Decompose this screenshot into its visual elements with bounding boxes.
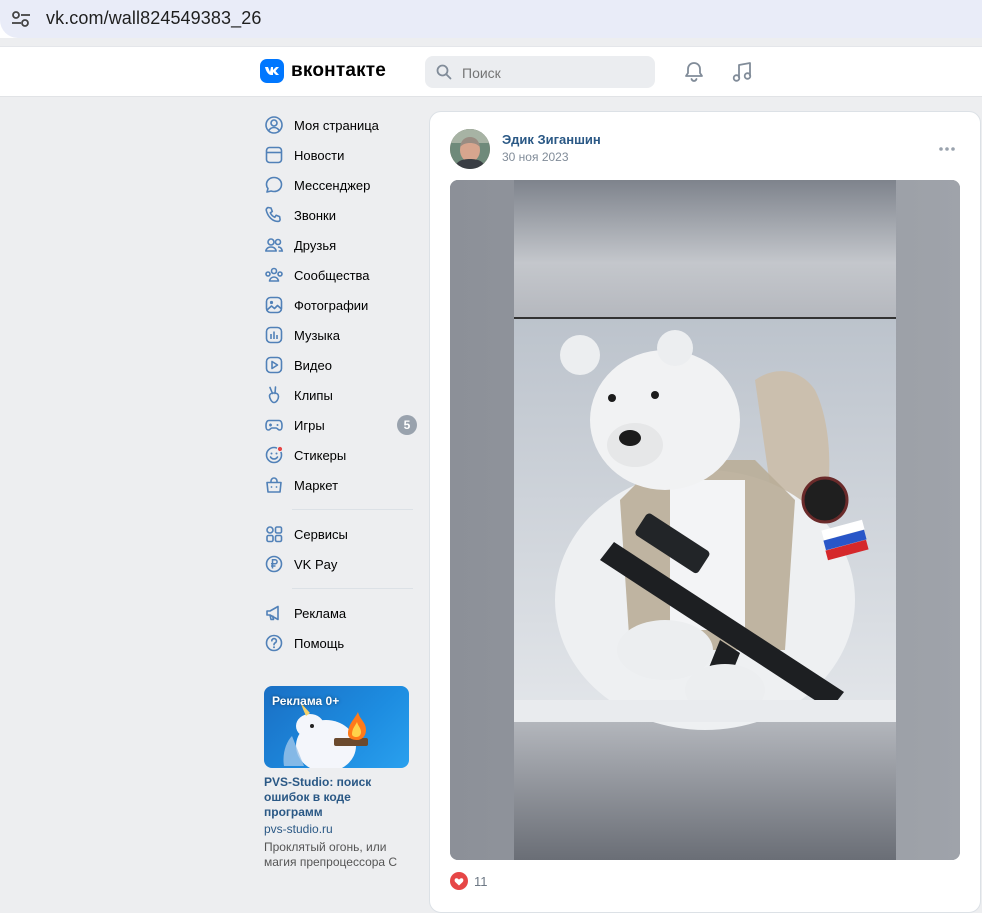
search-box[interactable] bbox=[425, 56, 655, 90]
friends-icon bbox=[264, 235, 284, 255]
sidebar-item-label: Игры bbox=[294, 417, 325, 433]
sidebar-item-label: Видео bbox=[294, 357, 332, 373]
logo-text: вконтакте bbox=[291, 60, 387, 81]
like-count: 11 bbox=[474, 873, 488, 889]
ad-image[interactable]: Реклама 0+ bbox=[264, 686, 409, 768]
divider bbox=[292, 588, 413, 589]
vkpay-icon bbox=[264, 554, 284, 574]
sidebar-item-services[interactable]: Сервисы bbox=[262, 519, 417, 549]
sidebar-item-label: Мессенджер bbox=[294, 177, 371, 193]
more-options-icon[interactable] bbox=[938, 146, 956, 152]
sidebar-item-video[interactable]: Видео bbox=[262, 350, 417, 380]
vk-glyph-icon bbox=[265, 67, 279, 75]
sidebar-item-music[interactable]: Музыка bbox=[262, 320, 417, 350]
sidebar-item-communities[interactable]: Сообщества bbox=[262, 260, 417, 290]
photos-icon bbox=[264, 295, 284, 315]
sidebar-item-label: Сервисы bbox=[294, 526, 348, 542]
communities-icon bbox=[264, 265, 284, 285]
sidebar-item-games[interactable]: Игры 5 bbox=[262, 410, 417, 440]
site-settings-icon[interactable] bbox=[10, 9, 32, 29]
divider bbox=[292, 509, 413, 510]
vk-logo-icon bbox=[260, 59, 284, 83]
help-icon bbox=[264, 633, 284, 653]
sidebar-item-calls[interactable]: Звонки bbox=[262, 200, 417, 230]
message-icon bbox=[264, 175, 284, 195]
url-text[interactable]: vk.com/wall824549383_26 bbox=[46, 8, 261, 29]
search-input[interactable] bbox=[460, 56, 644, 90]
sidebar-item-label: Музыка bbox=[294, 327, 340, 343]
post-date[interactable]: 30 ноя 2023 bbox=[502, 150, 569, 164]
ad-age-badge: Реклама 0+ bbox=[272, 694, 340, 708]
sidebar-item-label: Помощь bbox=[294, 635, 345, 651]
games-counter-badge: 5 bbox=[397, 415, 417, 435]
post-photo[interactable] bbox=[450, 180, 960, 860]
music-icon[interactable] bbox=[730, 60, 754, 84]
phone-icon bbox=[264, 205, 284, 225]
left-sidebar: Моя страница Новости Мессенджер Звонки Д… bbox=[262, 110, 417, 658]
ad-description: Проклятый огонь, или магия препроцессора… bbox=[264, 840, 398, 869]
vk-logo[interactable]: вконтакте bbox=[260, 59, 386, 83]
sidebar-item-label: Новости bbox=[294, 147, 345, 163]
services-icon bbox=[264, 524, 284, 544]
clips-icon bbox=[264, 385, 284, 405]
ad-block[interactable]: Реклама 0+ PVS-Studio: поиск ошибок в ко… bbox=[264, 686, 410, 870]
sidebar-item-messenger[interactable]: Мессенджер bbox=[262, 170, 417, 200]
sidebar-item-label: Моя страница bbox=[294, 117, 379, 133]
news-icon bbox=[264, 145, 284, 165]
sidebar-item-photos[interactable]: Фотографии bbox=[262, 290, 417, 320]
video-icon bbox=[264, 355, 284, 375]
avatar-photo bbox=[450, 129, 490, 169]
sidebar-item-label: Сообщества bbox=[294, 267, 370, 283]
sidebar-item-label: Звонки bbox=[294, 207, 336, 223]
sidebar-item-label: Стикеры bbox=[294, 447, 347, 463]
bell-icon[interactable] bbox=[682, 60, 706, 84]
stickers-icon bbox=[264, 445, 284, 465]
avatar[interactable] bbox=[450, 129, 490, 169]
market-icon bbox=[264, 475, 284, 495]
browser-toolbar: vk.com/wall824549383_26 bbox=[0, 0, 982, 38]
user-circle-icon bbox=[264, 115, 284, 135]
music-icon bbox=[264, 325, 284, 345]
sidebar-item-vkpay[interactable]: VK Pay bbox=[262, 549, 417, 579]
sidebar-item-label: Друзья bbox=[294, 237, 337, 253]
sidebar-item-stickers[interactable]: Стикеры bbox=[262, 440, 417, 470]
post-author-name[interactable]: Эдик Зиганшин bbox=[502, 132, 601, 147]
sidebar-item-news[interactable]: Новости bbox=[262, 140, 417, 170]
sidebar-item-friends[interactable]: Друзья bbox=[262, 230, 417, 260]
heart-icon bbox=[450, 872, 468, 890]
megaphone-icon bbox=[264, 603, 284, 623]
wall-post: Эдик Зиганшин 30 ноя 2023 11 bbox=[429, 111, 981, 913]
ad-title[interactable]: PVS-Studio: поиск ошибок в коде программ bbox=[264, 775, 410, 820]
sidebar-item-label: Фотографии bbox=[294, 297, 369, 313]
sidebar-item-label: Маркет bbox=[294, 477, 339, 493]
sidebar-item-help[interactable]: Помощь bbox=[262, 628, 417, 658]
sidebar-item-clips[interactable]: Клипы bbox=[262, 380, 417, 410]
ad-domain[interactable]: pvs-studio.ru bbox=[264, 822, 410, 837]
search-icon bbox=[436, 64, 452, 80]
sidebar-item-ads[interactable]: Реклама bbox=[262, 598, 417, 628]
like-button[interactable]: 11 bbox=[450, 872, 488, 890]
address-bar[interactable]: vk.com/wall824549383_26 bbox=[0, 0, 982, 38]
sidebar-item-label: VK Pay bbox=[294, 556, 338, 572]
sidebar-item-my-page[interactable]: Моя страница bbox=[262, 110, 417, 140]
sidebar-item-label: Реклама bbox=[294, 605, 347, 621]
sidebar-item-market[interactable]: Маркет bbox=[262, 470, 417, 500]
site-header: вконтакте bbox=[0, 47, 982, 97]
games-icon bbox=[264, 415, 284, 435]
polar-bear-soldier-image bbox=[450, 180, 960, 860]
sidebar-item-label: Клипы bbox=[294, 387, 333, 403]
